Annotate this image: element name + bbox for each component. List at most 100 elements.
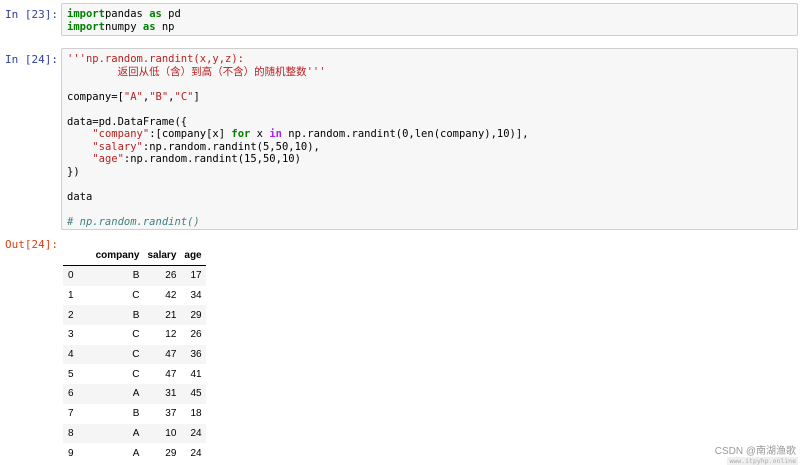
code-line: data (67, 191, 792, 204)
code-token: data (67, 190, 93, 203)
code-token: "C" (174, 90, 194, 103)
output-prompt-24: Out[24]: (5, 238, 58, 251)
table-cell: B (132, 309, 140, 321)
code-line: "age":np.random.randint(15,50,10) (67, 153, 792, 166)
code-token: data=pd.DataFrame({ (67, 115, 188, 128)
table-row: 2 B 21 29 (63, 305, 206, 326)
table-cell: 29 (165, 447, 177, 459)
dataframe-table: company salary age 0 B 26 17 1 C 42 34 2 B 21 29 3 C 12 2… (63, 245, 206, 463)
watermark-site: www.itpyhp.online (727, 457, 798, 465)
table-cell: 31 (165, 388, 177, 400)
table-cell: 12 (165, 329, 177, 341)
table-cell: 18 (190, 408, 202, 420)
code-token: 返回从低（含）到高（不含）的随机整数''' (67, 65, 326, 78)
table-cell: 24 (190, 427, 202, 439)
code-token: in (269, 128, 282, 140)
table-cell: 26 (165, 270, 177, 282)
code-token: company=[ (67, 90, 124, 103)
table-cell: 42 (165, 290, 177, 302)
row-index-cell: 7 (68, 408, 74, 420)
column-header: salary (143, 245, 181, 266)
table-cell: 47 (165, 368, 177, 380)
code-token: "salary" (92, 140, 143, 153)
code-token: as (149, 8, 162, 20)
table-cell: C (132, 290, 140, 302)
code-token: '''np.random.randint(x,y,z): (67, 53, 245, 65)
table-cell: A (132, 388, 140, 400)
code-token: :np.random.randint(15,50,10) (123, 153, 301, 165)
table-cell: 47 (165, 349, 177, 361)
code-editor[interactable]: importpandas as pd importnumpy as np (62, 4, 797, 37)
code-token: :[company[x] (149, 128, 232, 140)
code-line: '''np.random.randint(x,y,z): (67, 53, 792, 66)
code-line: "salary":np.random.randint(5,50,10), (67, 141, 792, 154)
code-token: np.random.randint(0,len(company),10)], (281, 128, 529, 140)
table-cell: 24 (190, 447, 202, 459)
code-line: data=pd.DataFrame({ (67, 116, 792, 129)
code-token: x (250, 128, 270, 140)
code-token: pd (161, 8, 181, 20)
code-token: import (67, 20, 105, 33)
code-token: :np.random.randint(5,50,10), (142, 140, 320, 153)
table-row: 1 C 42 34 (63, 286, 206, 306)
code-token: "A" (123, 90, 143, 103)
table-cell: 34 (190, 290, 202, 302)
row-index-cell: 4 (68, 349, 74, 361)
table-cell: 26 (190, 329, 202, 341)
table-cell: A (132, 447, 140, 459)
table-cell: C (132, 368, 140, 380)
code-token: "age" (92, 153, 124, 165)
table-row: 7 B 37 18 (63, 404, 206, 424)
table-row: 9 A 29 24 (63, 443, 206, 463)
table-cell: C (132, 329, 140, 341)
code-token: pandas (104, 8, 150, 20)
code-line: 返回从低（含）到高（不含）的随机整数''' (67, 66, 792, 79)
row-index-cell: 6 (68, 388, 74, 400)
code-token: ] (193, 90, 200, 103)
code-line: }) (67, 166, 792, 179)
code-cell-23[interactable]: importpandas as pd importnumpy as np (61, 3, 798, 36)
table-cell: C (132, 349, 140, 361)
table-cell: B (132, 408, 140, 420)
column-header: age (180, 245, 206, 266)
table-row: 5 C 47 41 (63, 364, 206, 384)
table-row: 4 C 47 36 (63, 344, 206, 365)
code-token: for (231, 128, 251, 140)
table-row: 0 B 26 17 (63, 265, 206, 286)
code-token: }) (67, 165, 80, 178)
row-index-cell: 1 (68, 290, 74, 302)
code-token: "company" (92, 128, 150, 140)
code-cell-24[interactable]: '''np.random.randint(x,y,z): 返回从低（含）到高（不… (61, 48, 798, 230)
row-index-cell: 0 (68, 270, 74, 282)
code-token: import (67, 8, 105, 20)
code-editor[interactable]: '''np.random.randint(x,y,z): 返回从低（含）到高（不… (62, 49, 797, 232)
code-line: "company":[company[x] for x in np.random… (67, 128, 792, 141)
watermark-text: CSDN @南湖渔歌 (714, 446, 796, 457)
code-line: importpandas as pd (67, 8, 792, 21)
table-row: 8 A 10 24 (63, 423, 206, 444)
index-header (63, 245, 92, 266)
table-cell: 29 (190, 309, 202, 321)
table-cell: 10 (165, 427, 177, 439)
row-index-cell: 5 (68, 368, 74, 380)
code-token: # np.random.randint() (67, 215, 200, 228)
code-token: np (155, 20, 175, 33)
table-cell: B (132, 270, 140, 282)
table-cell: A (132, 427, 140, 439)
table-header-row: company salary age (63, 245, 206, 266)
table-cell: 37 (165, 408, 177, 420)
row-index-cell: 3 (68, 329, 74, 341)
table-cell: 21 (165, 309, 177, 321)
row-index-cell: 2 (68, 309, 74, 321)
table-row: 3 C 12 26 (63, 325, 206, 345)
table-cell: 17 (190, 270, 202, 282)
table-cell: 36 (190, 349, 202, 361)
table-cell: 45 (190, 388, 202, 400)
row-index-cell: 8 (68, 427, 74, 439)
